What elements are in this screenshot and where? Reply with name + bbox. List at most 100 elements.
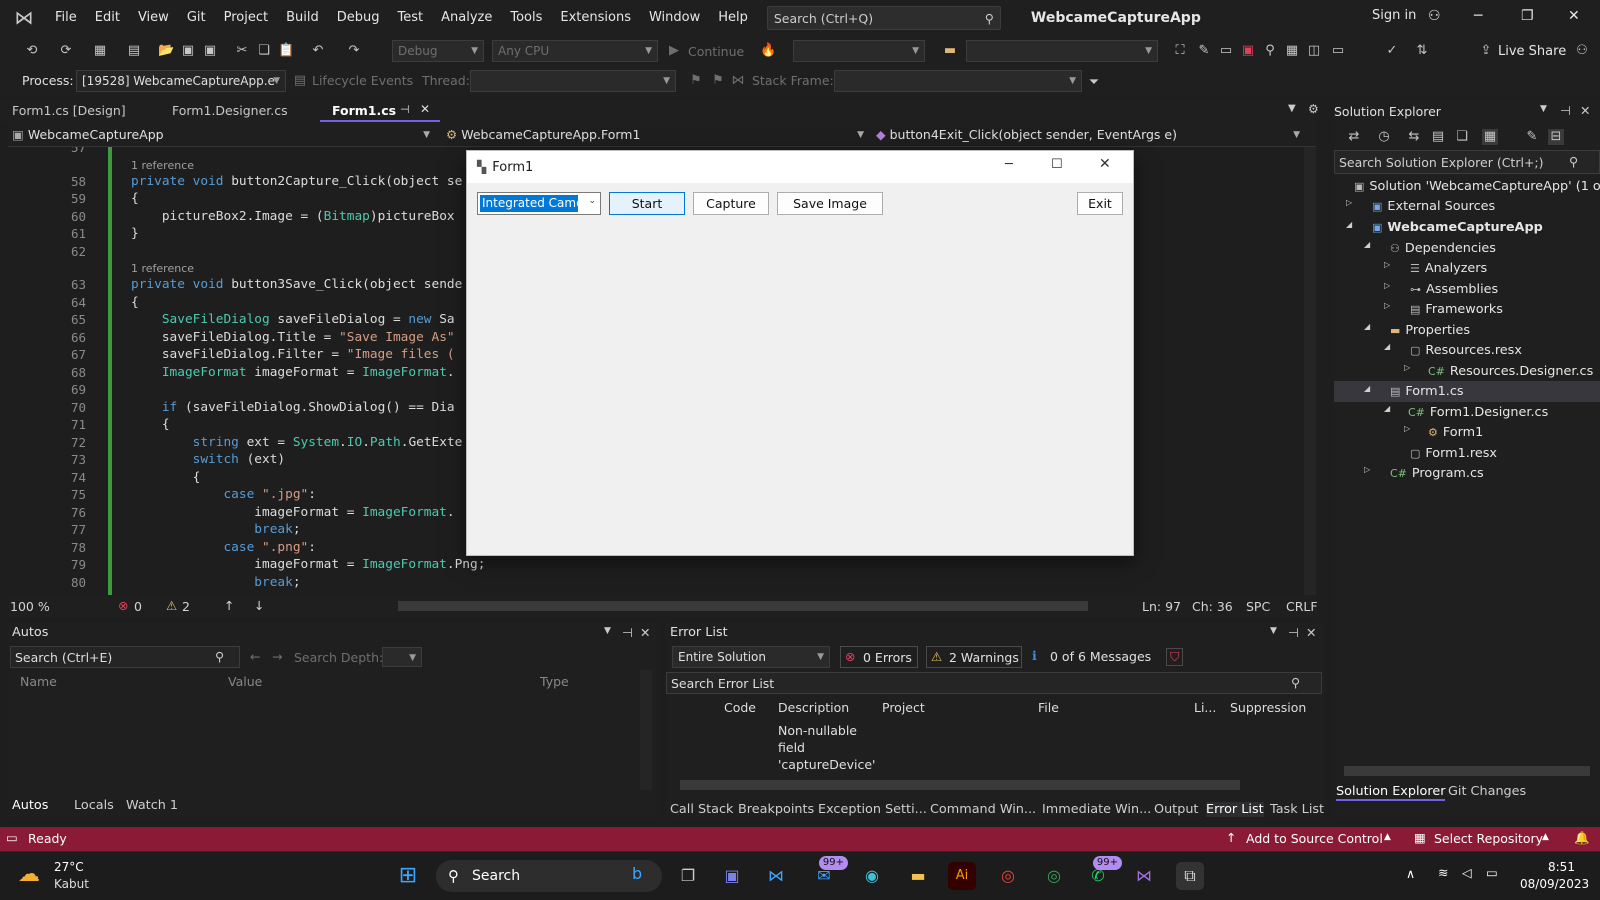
- messages-filter-button[interactable]: ℹ 0 of 6 Messages: [1030, 646, 1154, 668]
- tree-dependencies[interactable]: ⚇ Dependencies: [1390, 238, 1496, 259]
- overflow-icon[interactable]: ⏷: [1086, 75, 1102, 91]
- layout-icon[interactable]: ▦: [1284, 43, 1300, 59]
- clock-date[interactable]: 08/09/2023: [1520, 877, 1589, 891]
- taskbar-search[interactable]: ⚲ Search b: [436, 860, 662, 892]
- whatsapp-icon[interactable]: ✆ 99+: [1084, 856, 1122, 890]
- expand-icon[interactable]: ▷: [1404, 424, 1410, 433]
- flag-icon[interactable]: ⚑: [688, 73, 704, 89]
- close-tab-icon[interactable]: ✕: [420, 102, 430, 116]
- expand-icon[interactable]: ▷: [1346, 198, 1352, 207]
- copy-icon[interactable]: ❏: [256, 43, 272, 59]
- close-panel-icon[interactable]: ✕: [1306, 625, 1316, 640]
- menu-build[interactable]: Build: [277, 0, 328, 36]
- hot-reload-icon[interactable]: 🔥: [760, 43, 776, 59]
- process-combo[interactable]: [19528] WebcameCaptureApp.e ▼: [76, 70, 286, 92]
- tree-frameworks[interactable]: ▤ Frameworks: [1410, 299, 1503, 320]
- cut-icon[interactable]: ✂: [234, 43, 250, 59]
- solution-search-input[interactable]: Search Solution Explorer (Ctrl+;) ⚲: [1334, 150, 1600, 174]
- edge-icon[interactable]: ◉: [858, 862, 886, 890]
- illustrator-icon[interactable]: Ai: [948, 862, 976, 890]
- sync-icon[interactable]: ⇄: [1346, 129, 1362, 145]
- errors-filter-button[interactable]: ⊗ 0 Errors: [840, 646, 918, 668]
- threads-icon[interactable]: ⋈: [730, 73, 746, 89]
- forward-icon[interactable]: ⟳: [58, 43, 74, 59]
- window-icon[interactable]: ▭: [1218, 43, 1234, 59]
- error-row-description[interactable]: Non-nullable field 'captureDevice': [778, 722, 878, 774]
- select-repository[interactable]: Select Repository: [1434, 831, 1543, 846]
- tree-analyzers[interactable]: ☰ Analyzers: [1410, 258, 1487, 279]
- pin-tab-icon[interactable]: ⊣: [400, 103, 410, 116]
- tab-error-list[interactable]: Error List: [1206, 802, 1264, 817]
- collapse-icon[interactable]: ◢: [1364, 322, 1370, 331]
- tab-output[interactable]: Output: [1154, 802, 1198, 817]
- configuration-combo[interactable]: Debug ▼: [392, 40, 484, 62]
- minimize-icon[interactable]: ─: [1474, 8, 1482, 24]
- expand-icon[interactable]: ▷: [1384, 281, 1390, 290]
- capture-button[interactable]: Capture: [693, 192, 769, 215]
- tab-immediate-window[interactable]: Immediate Win...: [1042, 802, 1151, 817]
- expand-icon[interactable]: ▷: [1384, 301, 1390, 310]
- mail-icon[interactable]: ✉ 99+: [810, 856, 848, 890]
- live-share-button[interactable]: Live Share: [1498, 44, 1566, 59]
- weather-desc[interactable]: Kabut: [54, 877, 89, 891]
- build-filter-icon[interactable]: ⛉: [1166, 648, 1184, 666]
- lifecycle-events[interactable]: Lifecycle Events: [312, 73, 413, 88]
- live-share-icon[interactable]: ⇪: [1478, 43, 1494, 59]
- member-combo[interactable]: ◆ button4Exit_Click(object sender, EventA…: [876, 125, 1306, 145]
- collapse-icon[interactable]: ▤: [1430, 129, 1446, 145]
- tree-form1-designer[interactable]: C# Form1.Designer.cs: [1408, 402, 1548, 423]
- error-hscrollbar[interactable]: [680, 780, 1240, 790]
- exit-button[interactable]: Exit: [1077, 192, 1123, 215]
- close-icon[interactable]: ✕: [1568, 8, 1580, 24]
- collapse-icon[interactable]: ◢: [1346, 220, 1352, 229]
- solution-hscrollbar[interactable]: [1344, 766, 1590, 776]
- chevron-down-icon[interactable]: ▼: [604, 626, 611, 636]
- visual-studio-icon[interactable]: ⋈: [1130, 862, 1158, 890]
- scope-combo[interactable]: Entire Solution ▼: [672, 646, 830, 668]
- wrench-icon[interactable]: ✎: [1196, 43, 1212, 59]
- tree-properties[interactable]: ▬ Properties: [1390, 320, 1470, 341]
- open-icon[interactable]: 📂: [158, 43, 174, 59]
- back-icon[interactable]: ⟲: [24, 43, 40, 59]
- new-item-icon[interactable]: ▤: [126, 43, 142, 59]
- collapse-icon[interactable]: ◢: [1364, 384, 1370, 393]
- menu-git[interactable]: Git: [178, 0, 215, 36]
- menu-project[interactable]: Project: [215, 0, 277, 36]
- properties-wrench-icon[interactable]: ✎: [1524, 129, 1540, 145]
- form-maximize-icon[interactable]: ☐: [1051, 157, 1063, 172]
- menu-debug[interactable]: Debug: [328, 0, 389, 36]
- menu-help[interactable]: Help: [709, 0, 757, 36]
- folder-icon[interactable]: ▬: [942, 43, 958, 59]
- thread-combo[interactable]: ▼: [470, 70, 676, 92]
- toolbox-icon[interactable]: ▣: [1240, 43, 1256, 59]
- column-value[interactable]: Value: [228, 674, 262, 689]
- history-icon[interactable]: ◷: [1376, 129, 1392, 145]
- chrome-icon[interactable]: ◎: [994, 862, 1022, 890]
- tab-git-changes[interactable]: Git Changes: [1448, 784, 1526, 799]
- teams-icon[interactable]: ▣: [718, 862, 746, 890]
- back-arrow-icon[interactable]: ←: [250, 649, 260, 664]
- close-panel-icon[interactable]: ✕: [1580, 103, 1590, 118]
- autos-scrollbar[interactable]: [640, 670, 652, 790]
- undo-icon[interactable]: ↶: [310, 43, 326, 59]
- redo-icon[interactable]: ↷: [346, 43, 362, 59]
- tab-form1-designer[interactable]: Form1.Designer.cs: [160, 100, 300, 122]
- editor-scrollbar[interactable]: [1304, 147, 1316, 595]
- refresh-icon[interactable]: ⇆: [1406, 129, 1422, 145]
- spell-icon[interactable]: ✓: [1384, 43, 1400, 59]
- error-search-input[interactable]: Search Error List ⚲: [666, 672, 1322, 694]
- expand-icon[interactable]: ▷: [1364, 465, 1370, 474]
- column-name[interactable]: Name: [20, 674, 57, 689]
- column-project[interactable]: Project: [882, 700, 925, 715]
- pin-icon[interactable]: ⚲: [1262, 43, 1278, 59]
- filter-icon[interactable]: ▦: [1482, 129, 1498, 145]
- project-combo[interactable]: ▣ WebcameCaptureApp ▼: [12, 125, 436, 145]
- menu-extensions[interactable]: Extensions: [551, 0, 640, 36]
- tab-command-window[interactable]: Command Win...: [930, 802, 1036, 817]
- pin-icon[interactable]: ⊣: [1560, 103, 1571, 118]
- form-minimize-icon[interactable]: ─: [1005, 157, 1013, 172]
- expand-icon[interactable]: ▷: [1384, 260, 1390, 269]
- windows-start-icon[interactable]: ⊞: [394, 862, 422, 890]
- save-icon[interactable]: ▣: [180, 43, 196, 59]
- copy-icon[interactable]: ❏: [1454, 129, 1470, 145]
